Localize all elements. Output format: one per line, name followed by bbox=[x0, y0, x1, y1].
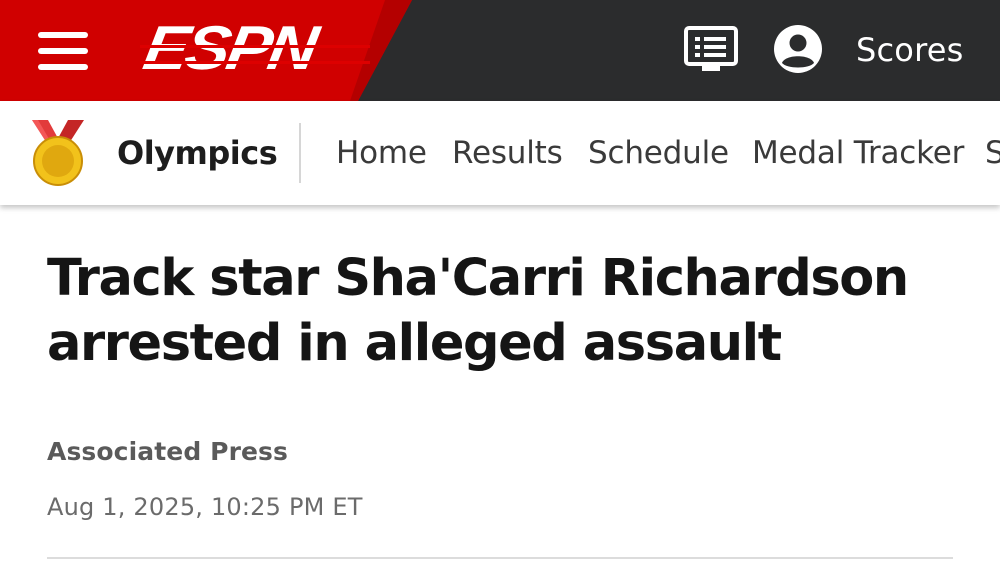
section-nav-bar: Olympics Home Results Schedule Medal Tra… bbox=[0, 101, 1000, 205]
logo-text: ESPN bbox=[138, 14, 321, 83]
article-timestamp: Aug 1, 2025, 10:25 PM ET bbox=[47, 493, 363, 521]
scores-link[interactable]: Scores bbox=[856, 31, 964, 69]
nav-link-results[interactable]: Results bbox=[452, 134, 563, 172]
divider bbox=[47, 557, 953, 559]
article-headline: Track star Sha'Carri Richardson arrested… bbox=[47, 249, 909, 373]
section-title[interactable]: Olympics bbox=[117, 134, 278, 172]
nav-divider bbox=[299, 123, 301, 183]
hamburger-menu-icon[interactable] bbox=[38, 28, 88, 74]
nav-link-home[interactable]: Home bbox=[336, 134, 427, 172]
espn-logo[interactable]: ESPN bbox=[139, 14, 370, 83]
article-byline: Associated Press bbox=[47, 437, 289, 466]
nav-link-truncated[interactable]: S bbox=[985, 134, 1000, 172]
gold-medal-icon bbox=[28, 120, 88, 186]
top-bar: ESPN Scores bbox=[0, 0, 1000, 101]
news-feed-icon[interactable] bbox=[684, 26, 738, 72]
user-profile-icon[interactable] bbox=[773, 24, 823, 74]
nav-link-schedule[interactable]: Schedule bbox=[588, 134, 729, 172]
nav-link-medal-tracker[interactable]: Medal Tracker bbox=[752, 134, 964, 172]
